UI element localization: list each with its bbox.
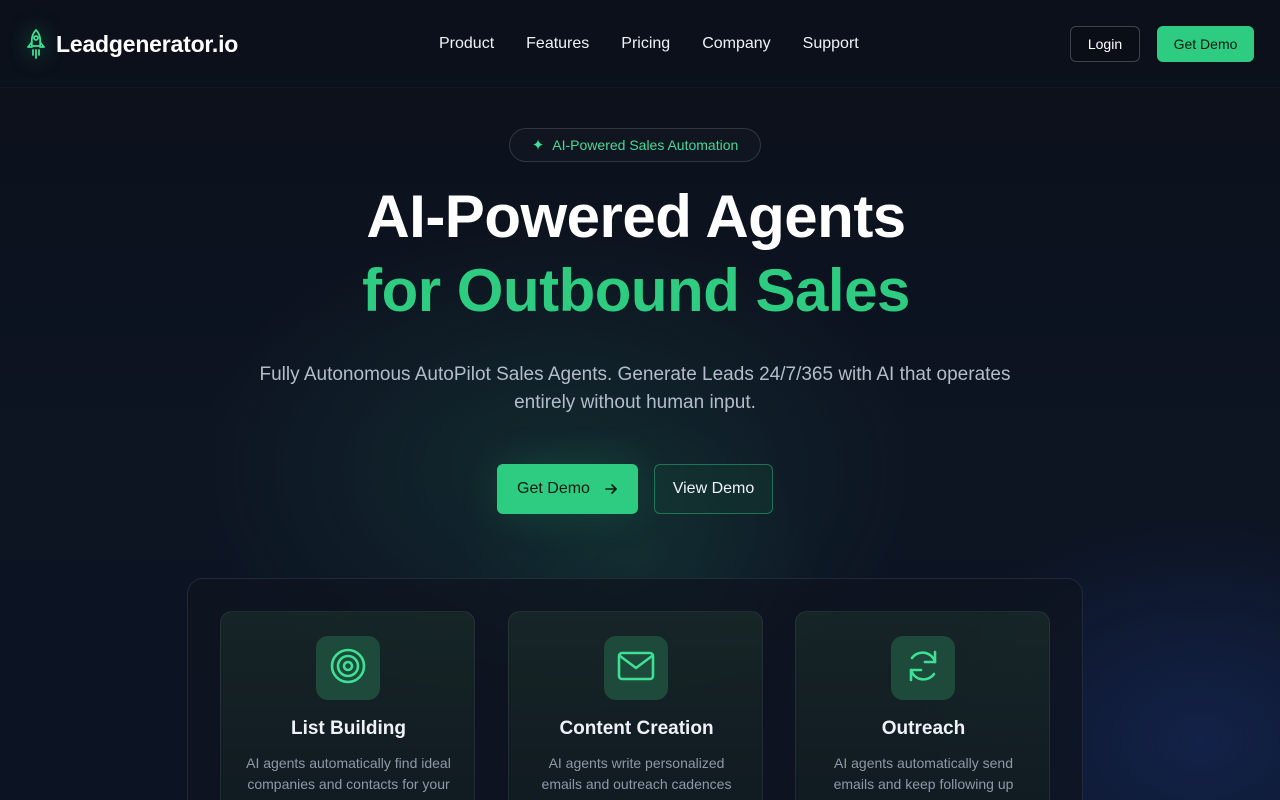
nav-link-company[interactable]: Company <box>702 33 770 55</box>
main-nav: Product Features Pricing Company Support <box>439 33 859 55</box>
hero-badge: ✦ AI-Powered Sales Automation <box>509 128 761 162</box>
refresh-icon <box>905 648 941 689</box>
target-icon <box>329 647 367 690</box>
nav-link-product[interactable]: Product <box>439 33 494 55</box>
brand-logo[interactable]: Leadgenerator.io <box>24 27 238 61</box>
view-demo-button[interactable]: View Demo <box>654 464 773 514</box>
hero-badge-text: AI-Powered Sales Automation <box>552 137 739 153</box>
brand-name: Leadgenerator.io <box>56 30 239 57</box>
feature-card-content-creation: Content Creation AI agents write persona… <box>508 611 763 800</box>
nav-link-pricing[interactable]: Pricing <box>621 33 670 55</box>
hero-subtitle: Fully Autonomous AutoPilot Sales Agents.… <box>259 364 1011 413</box>
feature-card-list-building: List Building AI agents automatically fi… <box>220 611 475 800</box>
feature-description: AI agents write personalized emails and … <box>541 755 732 792</box>
arrow-right-icon <box>604 482 618 496</box>
hero-title-line2: for Outbound Sales <box>362 257 910 324</box>
feature-title: List Building <box>290 718 407 739</box>
rocket-icon <box>24 28 48 60</box>
top-navbar: Leadgenerator.io Product Features Pricin… <box>0 0 1280 88</box>
get-demo-hero-label: Get Demo <box>517 480 590 497</box>
feature-icon-box <box>604 636 668 700</box>
feature-icon-box <box>891 636 955 700</box>
feature-title: Content Creation <box>559 718 714 739</box>
mail-icon <box>617 651 655 686</box>
get-demo-nav-button[interactable]: Get Demo <box>1157 26 1254 62</box>
login-button[interactable]: Login <box>1070 26 1140 62</box>
hero-title-line1: AI-Powered Agents <box>366 183 906 250</box>
get-demo-hero-button[interactable]: Get Demo <box>497 464 638 514</box>
feature-title: Outreach <box>881 718 966 739</box>
sparkle-icon: ✦ <box>531 136 545 154</box>
feature-description: AI agents automatically find ideal compa… <box>246 755 451 800</box>
feature-icon-box <box>316 636 380 700</box>
nav-link-features[interactable]: Features <box>526 33 589 55</box>
feature-description: AI agents automatically send emails and … <box>833 755 1014 792</box>
nav-link-support[interactable]: Support <box>803 33 859 55</box>
feature-card-outreach: Outreach AI agents automatically send em… <box>795 611 1050 800</box>
